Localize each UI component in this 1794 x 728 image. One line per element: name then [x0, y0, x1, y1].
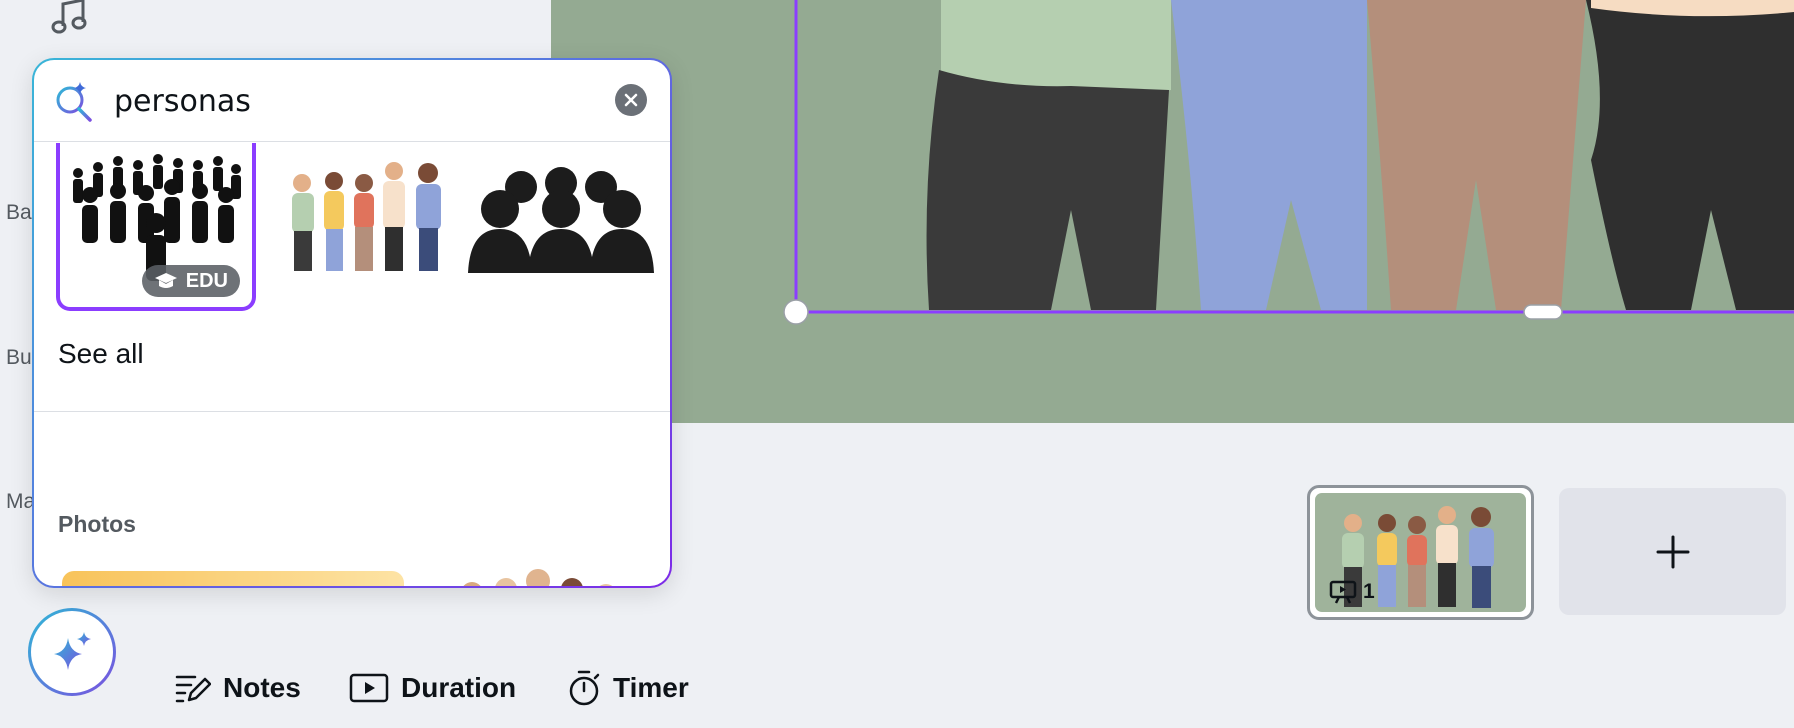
- magic-search-icon: [56, 82, 92, 122]
- photo-result[interactable]: [62, 571, 404, 586]
- resize-handle[interactable]: [783, 299, 809, 325]
- notes-icon: [175, 675, 211, 703]
- photos-section-title: Photos: [58, 511, 136, 537]
- play-box-icon: [349, 673, 389, 703]
- group-icon-graphic: [468, 167, 654, 273]
- page-thumbnail[interactable]: 1: [1307, 485, 1534, 620]
- timer-button[interactable]: Timer: [567, 668, 689, 708]
- sparkle-icon: [54, 632, 91, 670]
- stopwatch-icon: [569, 670, 600, 706]
- duration-label: Duration: [401, 672, 517, 703]
- search-popup: EDU: [32, 58, 672, 588]
- search-bar: [34, 60, 670, 142]
- see-all-link[interactable]: See all: [58, 338, 144, 370]
- diverse-people-graphic: [292, 162, 441, 271]
- plus-icon: [1656, 535, 1689, 568]
- add-page-button[interactable]: [1559, 488, 1786, 615]
- graphic-result[interactable]: [466, 143, 656, 311]
- magic-assistant-button[interactable]: [28, 608, 116, 696]
- resize-handle[interactable]: [1523, 304, 1563, 320]
- presentation-icon: [1329, 580, 1357, 604]
- business-team-photo[interactable]: [422, 563, 654, 588]
- search-results: EDU See all Photos: [34, 143, 670, 588]
- edu-badge-label: EDU: [185, 269, 228, 292]
- notes-label: Notes: [223, 672, 301, 703]
- search-input[interactable]: [114, 78, 614, 124]
- page-number: 1: [1329, 580, 1375, 604]
- edu-badge: EDU: [141, 265, 240, 297]
- canvas-illustration: [783, 0, 1794, 325]
- timer-label: Timer: [613, 672, 689, 703]
- page-number-label: 1: [1363, 580, 1375, 603]
- graduation-cap-icon: [154, 273, 177, 288]
- divider: [34, 411, 670, 412]
- music-icon[interactable]: [50, 0, 90, 34]
- design-canvas[interactable]: [551, 0, 1794, 423]
- notes-button[interactable]: Notes: [175, 668, 301, 708]
- duration-button[interactable]: Duration: [349, 668, 516, 708]
- graphic-result[interactable]: [266, 143, 456, 311]
- clear-search-button[interactable]: [615, 84, 647, 116]
- close-icon: [624, 93, 638, 107]
- graphic-result[interactable]: EDU: [56, 143, 256, 311]
